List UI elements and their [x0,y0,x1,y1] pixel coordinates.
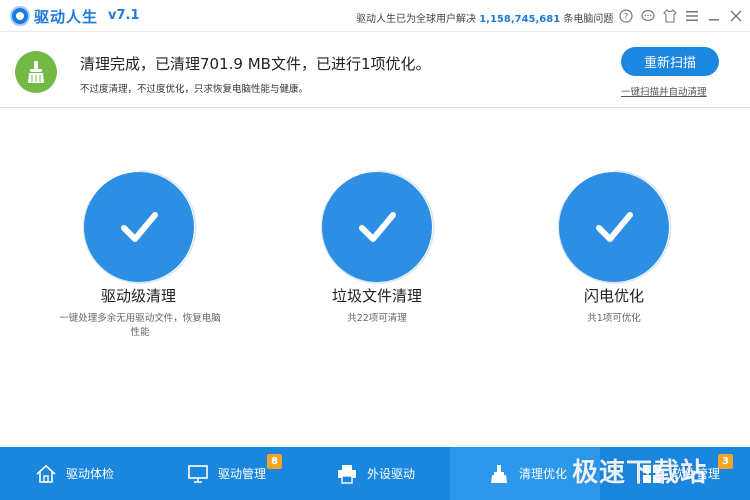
feedback-icon[interactable] [640,8,656,24]
app-name: 驱动人生 [34,8,99,26]
menu-icon[interactable] [684,8,700,24]
monitor-icon [186,462,210,486]
close-icon[interactable] [728,8,744,24]
subline: 不过度清理，不过度优化，只求恢复电脑性能与健康。 [80,84,309,95]
broom-icon [487,462,511,486]
result-title: 闪电优化 [584,287,645,305]
skin-icon[interactable] [662,8,678,24]
checkmark-icon [559,172,669,282]
watermark: 极速下载站 [572,458,708,488]
nav-label: 清理优化 [519,467,568,481]
status-header: 清理完成，已清理701.9 MB文件，已进行1项优化。 不过度清理，不过度优化，… [0,33,750,108]
result-desc: 共1项可优化 [587,313,641,324]
result-desc: 一键处理多余无用驱动文件，恢复电脑性能 [59,313,221,338]
broom-icon [15,51,57,93]
checkmark-icon [84,172,194,282]
help-icon[interactable]: ? [618,8,634,24]
stats-suffix: 条电脑问题 [563,14,614,25]
home-icon [34,462,58,486]
auto-clean-link[interactable]: 一键扫描并自动清理 [621,84,707,98]
result-desc: 共22项可清理 [347,313,407,324]
stats-number: 1,158,745,681 [479,14,561,25]
minimize-icon[interactable] [706,8,722,24]
nav-peripheral-drivers[interactable]: 外设驱动 [335,447,445,500]
rescan-button[interactable]: 重新扫描 [621,47,719,76]
solved-count-text: 驱动人生已为全球用户解决 1,158,745,681 条电脑问题 [356,10,613,25]
result-title: 垃圾文件清理 [332,287,423,305]
window-controls: ? [618,8,744,24]
nav-driver-check[interactable]: 驱动体检 [34,447,164,500]
app-logo-icon [10,6,30,26]
headline: 清理完成，已清理701.9 MB文件，已进行1项优化。 [80,55,431,73]
svg-text:?: ? [624,13,629,23]
result-title: 驱动级清理 [101,287,177,305]
stats-prefix: 驱动人生已为全球用户解决 [356,14,476,25]
update-count-badge: 8 [267,454,282,469]
printer-icon [335,462,359,486]
nav-label: 外设驱动 [367,467,416,481]
software-count-badge: 3 [718,454,733,469]
app-version: v7.1 [108,8,140,23]
nav-label: 驱动管理 [218,467,267,481]
title-bar: 驱动人生 v7.1 驱动人生已为全球用户解决 1,158,745,681 条电脑… [0,0,750,32]
nav-label: 驱动体检 [66,467,115,481]
checkmark-icon [322,172,432,282]
